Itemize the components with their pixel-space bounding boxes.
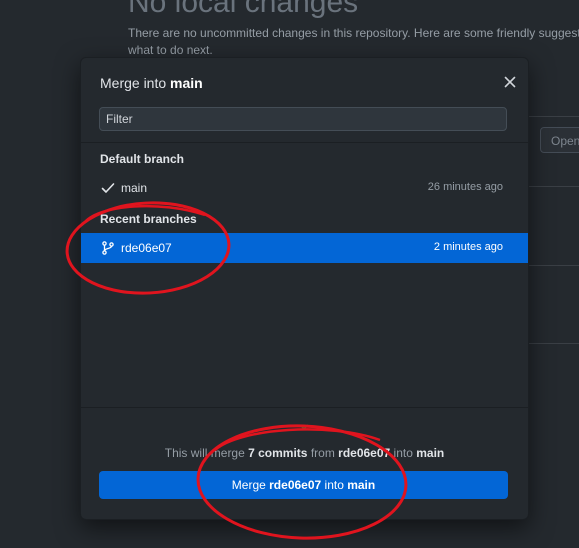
merge-button-source: rde06e07	[269, 478, 322, 492]
dialog-header: Merge into main	[81, 58, 528, 106]
summary-target-branch: main	[416, 446, 445, 460]
filter-divider	[81, 142, 528, 143]
no-changes-heading: No local changes	[128, 0, 359, 19]
footer-divider	[81, 407, 528, 408]
branch-name: main	[121, 181, 148, 195]
branch-item-rde06e07[interactable]: rde06e07 2 minutes ago	[81, 233, 528, 263]
suggestion-divider	[527, 116, 579, 117]
description-line-1: There are no uncommitted changes in this…	[128, 26, 579, 40]
suggestion-divider	[527, 186, 579, 187]
dialog-title: Merge into main	[100, 75, 203, 91]
summary-into: into	[390, 446, 417, 460]
summary-from: from	[307, 446, 339, 460]
branch-item-main[interactable]: main 26 minutes ago	[81, 173, 528, 203]
summary-commits: 7 commits	[248, 446, 308, 460]
default-branch-header: Default branch	[100, 152, 185, 166]
branch-time: 2 minutes ago	[433, 241, 503, 253]
branch-name: rde06e07	[121, 241, 172, 255]
dialog-title-branch: main	[170, 75, 203, 91]
chevron-down-icon	[299, 424, 309, 431]
filter-input[interactable]	[99, 107, 507, 131]
merge-dialog: Merge into main Default branch main 26 m…	[80, 57, 529, 520]
merge-button[interactable]: Merge rde06e07 into main	[99, 471, 508, 499]
dialog-title-prefix: Merge into	[100, 75, 171, 91]
merge-button-into: into	[321, 478, 348, 492]
suggestion-divider	[527, 343, 579, 344]
no-changes-description: There are no uncommitted changes in this…	[128, 25, 579, 59]
summary-source-branch: rde06e07	[338, 446, 391, 460]
close-button[interactable]	[501, 73, 519, 91]
open-button[interactable]: Open	[540, 127, 579, 153]
branch-time: 26 minutes ago	[427, 181, 503, 193]
check-icon	[101, 183, 115, 193]
summary-prefix: This will merge	[164, 446, 249, 460]
close-icon	[504, 76, 516, 88]
merge-button-prefix: Merge	[231, 478, 270, 492]
recent-branches-header: Recent branches	[100, 212, 197, 226]
suggestion-divider	[527, 265, 579, 266]
merge-button-target: main	[347, 478, 376, 492]
merge-summary: This will merge 7 commits from rde06e07 …	[81, 446, 528, 460]
git-branch-icon	[102, 241, 114, 255]
